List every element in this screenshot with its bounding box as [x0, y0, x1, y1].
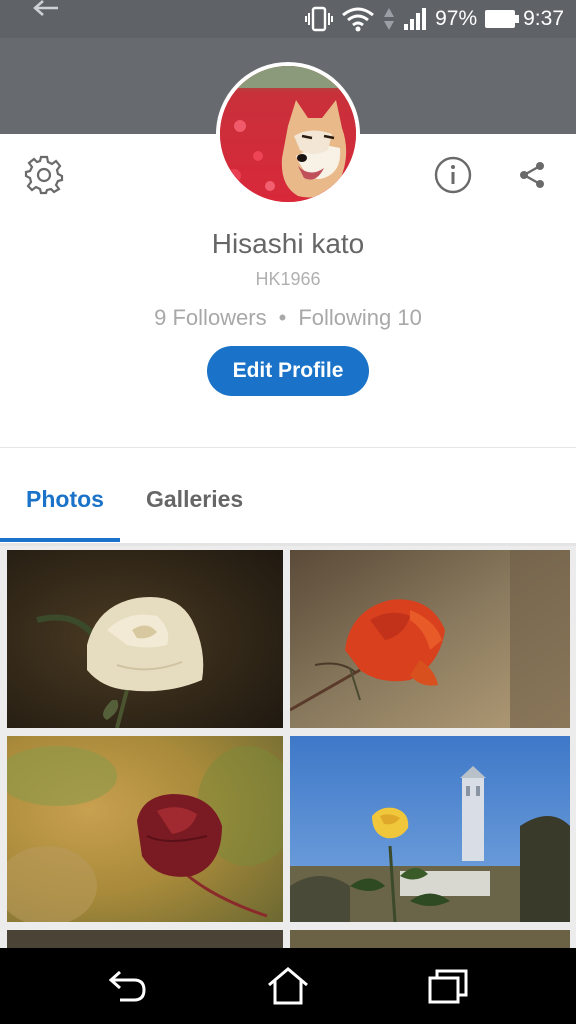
nav-home-icon[interactable]	[266, 966, 310, 1006]
info-icon[interactable]	[431, 153, 475, 197]
photo-thumbnail-partial[interactable]	[290, 930, 570, 948]
system-nav-bar	[0, 948, 576, 1024]
gear-icon[interactable]	[22, 153, 66, 197]
profile-name: Hisashi kato	[211, 228, 365, 259]
profile-handle: HK1966	[255, 269, 321, 289]
nav-back-icon[interactable]	[106, 966, 150, 1006]
avatar[interactable]	[216, 62, 360, 206]
edit-profile-button[interactable]: Edit Profile	[207, 346, 369, 396]
profile-tabs: Photos Galleries	[0, 448, 576, 544]
wifi-icon	[341, 6, 375, 32]
stats-separator: •	[278, 305, 287, 330]
vibrate-icon	[305, 6, 334, 32]
status-bar: 97% 9:37	[0, 0, 576, 38]
battery-icon	[485, 10, 520, 28]
photo-thumbnail-red-rose[interactable]	[290, 550, 570, 728]
arrow-back-icon[interactable]	[30, 0, 62, 22]
battery-percent: 97%	[435, 7, 478, 30]
tab-photos[interactable]: Photos	[26, 486, 104, 513]
signal-icon	[403, 7, 427, 31]
following-count[interactable]: Following 10	[298, 305, 422, 330]
photo-thumbnail-partial[interactable]	[7, 930, 283, 948]
followers-count[interactable]: 9 Followers	[154, 305, 266, 330]
photo-grid	[0, 546, 576, 948]
photo-thumbnail-white-rose[interactable]	[7, 550, 283, 728]
photo-thumbnail-yellow-rose[interactable]	[290, 736, 570, 922]
data-arrows-icon	[383, 6, 395, 32]
status-indicators: 97% 9:37	[305, 5, 564, 33]
share-icon[interactable]	[510, 153, 554, 197]
nav-recent-icon[interactable]	[426, 966, 470, 1006]
clock: 9:37	[523, 7, 564, 30]
photo-thumbnail-dark-rose[interactable]	[7, 736, 283, 922]
tab-galleries[interactable]: Galleries	[146, 486, 243, 513]
active-tab-indicator	[0, 538, 120, 542]
follow-stats: 9 Followers • Following 10	[0, 305, 576, 331]
